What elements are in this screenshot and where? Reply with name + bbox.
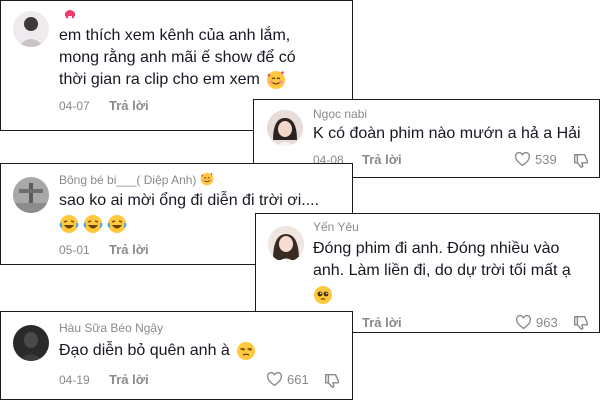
dislike-icon[interactable] [572,314,590,332]
username[interactable]: Hàu Sữa Béo Ngậy [59,321,163,335]
avatar[interactable] [13,177,49,213]
avatar-image [13,177,49,213]
avatar[interactable] [13,325,49,361]
avatar[interactable] [13,11,49,47]
laughing-tears-icon [83,214,103,234]
avatar-image [267,110,303,146]
avatar-image [13,325,49,361]
comment-text-line-1: Đạo diễn bỏ quên anh à [59,340,258,362]
comment-text-line-1: em thích xem kênh của anh lắm, [59,27,291,44]
reply-button[interactable]: Trả lời [362,152,402,167]
comment-text: thời gian ra clip cho em xem [59,71,260,88]
like-button[interactable]: 539 [514,151,557,168]
avatar-image [13,11,49,47]
avatar[interactable] [268,226,304,262]
like-count: 661 [287,372,309,387]
smiling-face-with-hearts-icon [266,70,286,90]
heart-icon [266,371,283,388]
comment-text: Đạo diễn bỏ quên anh à [59,342,230,359]
comment-date: 04-19 [59,373,90,387]
comment-text-line-1: Đóng phim đi anh. Đóng nhiều vào [313,240,560,257]
laughing-tears-icon [107,214,127,234]
dislike-icon[interactable] [323,372,341,390]
comment-emoji-line [57,213,129,235]
avatar[interactable] [267,110,303,146]
reply-button[interactable]: Trả lời [109,98,149,113]
username-text: Bông bé bi___( Diệp Anh) [59,173,197,187]
comment-date: 04-07 [59,99,90,113]
like-count: 539 [535,152,557,167]
username[interactable]: Yến Yêu [313,220,359,234]
comment-text: K có đoàn phim nào mướn a hả a Hải [313,125,581,142]
avatar-image [268,226,304,262]
badge-icon [65,10,75,19]
reply-button[interactable]: Trả lời [109,372,149,387]
comment-text-line-3: thời gian ra clip cho em xem [59,69,288,91]
heart-icon [515,314,532,331]
pleading-face-icon [313,285,333,305]
comment-text-line-2: anh. Làm liền đi, do dự trời tối mất ạ [313,262,571,279]
laughing-tears-icon [59,214,79,234]
username[interactable]: Ngọc nabi [313,107,367,121]
dislike-icon[interactable] [572,152,590,170]
like-button[interactable]: 661 [266,371,309,388]
unamused-face-icon [236,341,256,361]
comment-emoji-line [311,284,335,306]
like-button[interactable]: 963 [515,314,558,331]
heart-icon [514,151,531,168]
like-count: 963 [536,315,558,330]
comment-text-line-1: sao ko ai mời ổng đi diễn đi trời ơi.... [59,192,320,209]
comment-text-line-2: mong rằng anh mãi ế show để có [59,49,296,66]
reply-button[interactable]: Trả lời [109,242,149,257]
comment-date: 05-01 [59,243,90,257]
smiling-face-with-hearts-icon [200,172,214,186]
comment-card-5: Hàu Sữa Béo Ngậy Đạo diễn bỏ quên anh à … [0,311,353,400]
reply-button[interactable]: Trả lời [362,315,402,330]
username[interactable]: Bông bé bi___( Diệp Anh) [59,172,214,187]
